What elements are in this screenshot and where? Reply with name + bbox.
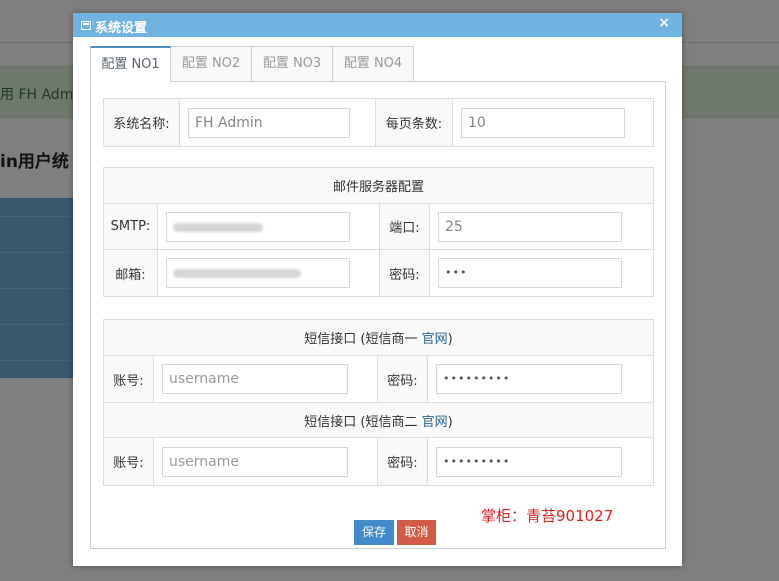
email-label: 邮箱: — [103, 249, 158, 297]
sms2-section-header: 短信接口 (短信商二 官网) — [103, 402, 654, 438]
page-size-input[interactable]: 10 — [461, 107, 625, 138]
sms1-account-input[interactable]: username — [162, 364, 348, 394]
redacted-value — [173, 269, 301, 278]
sms2-header-text: 短信接口 (短信商二 — [304, 414, 422, 430]
sms2-password-input[interactable]: ••••••••• — [436, 446, 622, 477]
sms2-account-label: 账号: — [103, 437, 154, 486]
sms1-header-suffix: ) — [447, 332, 453, 347]
redacted-value — [173, 222, 263, 232]
email-cell — [157, 249, 380, 297]
mail-password-input[interactable]: ••• — [438, 258, 622, 288]
sms1-account-cell: username — [153, 355, 378, 403]
cancel-button[interactable]: 取消 — [397, 520, 436, 545]
sms2-website-link[interactable]: 官网 — [422, 415, 448, 430]
tab-content-no1: 系统名称: FH Admin 每页条数: 10 邮件服务器配置 SMTP: 端口… — [90, 81, 666, 549]
mail-password-label: 密码: — [379, 249, 430, 297]
sms1-website-link[interactable]: 官网 — [422, 332, 448, 347]
email-input[interactable] — [166, 258, 350, 288]
window-icon — [81, 21, 91, 30]
mail-password-cell: ••• — [428, 249, 655, 297]
system-name-label: 系统名称: — [103, 98, 180, 147]
page-size-cell: 10 — [452, 98, 654, 147]
tab-config-no4[interactable]: 配置 NO4 — [332, 46, 414, 82]
sms1-password-label: 密码: — [377, 355, 428, 403]
dialog-title-bar[interactable]: 系统设置 × — [73, 13, 682, 37]
sms1-section-header: 短信接口 (短信商一 官网) — [103, 319, 654, 356]
sms1-password-cell: ••••••••• — [427, 355, 654, 403]
sms2-password-label: 密码: — [377, 437, 428, 486]
tab-bar: 配置 NO1 配置 NO2 配置 NO3 配置 NO4 — [90, 46, 666, 82]
basic-settings-table: 系统名称: FH Admin 每页条数: 10 — [103, 98, 654, 147]
sms2-password-cell: ••••••••• — [427, 437, 654, 486]
shop-owner-note: 掌柜：青苔901027 — [481, 507, 614, 525]
smtp-cell — [157, 203, 380, 250]
close-icon[interactable]: × — [658, 15, 670, 31]
port-input[interactable]: 25 — [438, 211, 622, 242]
smtp-input[interactable] — [166, 211, 350, 242]
sms-settings-table: 短信接口 (短信商一 官网) 账号: username 密码: ••••••••… — [103, 319, 654, 486]
dialog-body: 配置 NO1 配置 NO2 配置 NO3 配置 NO4 系统名称: FH Adm… — [90, 46, 666, 549]
dialog-title: 系统设置 — [95, 21, 148, 36]
system-name-cell: FH Admin — [179, 98, 376, 147]
save-button[interactable]: 保存 — [354, 520, 394, 545]
sms2-header-suffix: ) — [447, 414, 453, 430]
tab-config-no1[interactable]: 配置 NO1 — [90, 46, 171, 82]
page-size-label: 每页条数: — [375, 98, 453, 147]
sms1-header-text: 短信接口 (短信商一 — [304, 332, 422, 347]
system-settings-dialog: 系统设置 × 配置 NO1 配置 NO2 配置 NO3 配置 NO4 系统名称:… — [73, 13, 682, 566]
sms2-account-cell: username — [153, 437, 378, 486]
smtp-label: SMTP: — [103, 203, 158, 250]
system-name-input[interactable]: FH Admin — [188, 107, 350, 138]
sms1-account-label: 账号: — [103, 355, 154, 403]
port-cell: 25 — [428, 203, 655, 250]
sms1-password-input[interactable]: ••••••••• — [436, 364, 622, 394]
sms2-account-input[interactable]: username — [162, 446, 348, 477]
mail-settings-table: 邮件服务器配置 SMTP: 端口: 25 邮箱: 密码: ••• — [102, 167, 655, 297]
port-label: 端口: — [379, 203, 430, 250]
tab-config-no2[interactable]: 配置 NO2 — [170, 46, 252, 82]
mail-section-header: 邮件服务器配置 — [102, 167, 655, 204]
tab-config-no3[interactable]: 配置 NO3 — [251, 46, 333, 82]
